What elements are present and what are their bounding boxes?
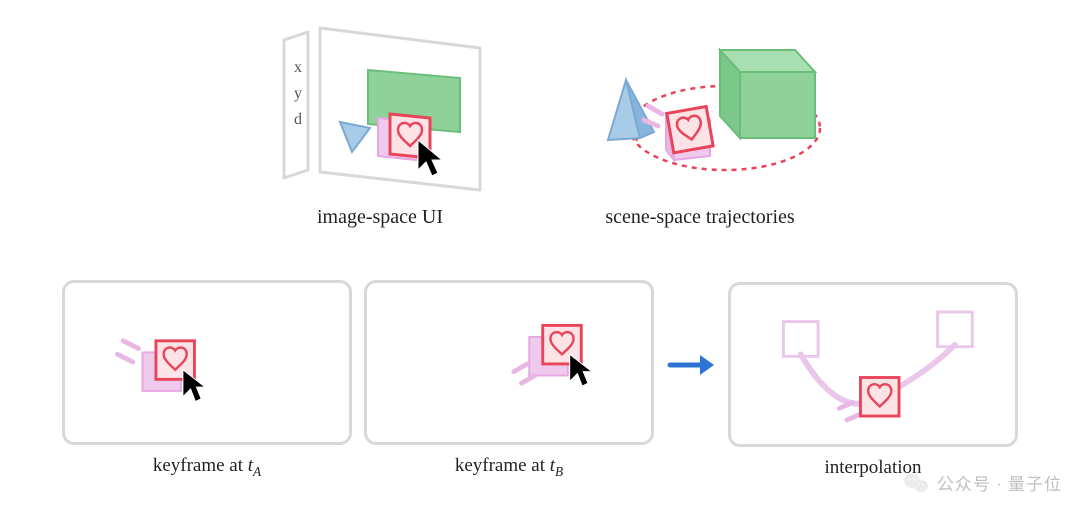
svg-text:x: x	[294, 59, 302, 76]
svg-text:y: y	[294, 85, 302, 102]
keyframe-b-group: keyframe at tB	[364, 280, 654, 480]
keyframe-b-label: keyframe at tB	[455, 455, 563, 480]
scene-space-label: scene-space trajectories	[605, 206, 794, 229]
top-concept-row: x y d image-space UI	[0, 20, 1080, 240]
keyframe-a-panel	[62, 280, 352, 445]
arrow-icon	[666, 283, 716, 448]
interpolation-panel	[728, 282, 1018, 447]
keyframe-a-label: keyframe at tA	[153, 455, 261, 480]
image-space-ui-group: x y d image-space UI	[250, 20, 510, 240]
watermark: 公众号 · 量子位	[903, 470, 1062, 495]
scene-space-trajectories-group: scene-space trajectories	[570, 20, 830, 240]
wechat-icon	[903, 472, 929, 494]
keyframe-b-panel	[364, 280, 654, 445]
interpolation-group: interpolation	[728, 282, 1018, 479]
image-space-ui-illustration: x y d	[250, 20, 510, 200]
image-space-ui-label: image-space UI	[317, 206, 443, 229]
scene-space-illustration	[570, 20, 830, 200]
keyframe-row: keyframe at tA	[0, 265, 1080, 495]
keyframe-a-group: keyframe at tA	[62, 280, 352, 480]
watermark-text: 公众号 · 量子位	[937, 470, 1062, 495]
svg-text:d: d	[294, 111, 302, 128]
